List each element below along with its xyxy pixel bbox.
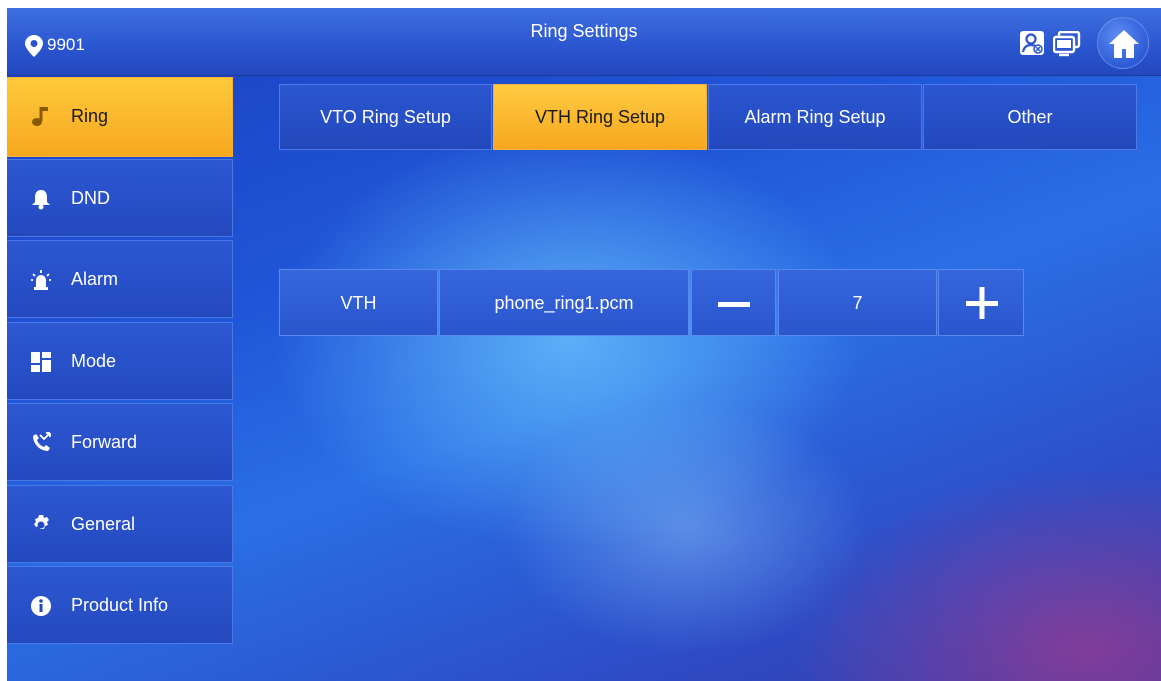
info-icon	[31, 596, 51, 616]
sidebar-item-dnd[interactable]: DND	[7, 159, 233, 237]
sidebar-item-label: Mode	[71, 351, 117, 371]
monitor-icon[interactable]	[1053, 31, 1081, 57]
sidebar-item-label: DND	[71, 188, 110, 208]
home-icon	[1109, 30, 1139, 58]
page-title: Ring Settings	[530, 21, 638, 41]
sidebar-item-general[interactable]: General	[7, 485, 233, 563]
contacts-icon[interactable]	[1019, 30, 1045, 56]
sidebar-item-alarm[interactable]: Alarm	[7, 240, 233, 318]
home-button[interactable]	[1097, 17, 1149, 69]
volume-increase-button[interactable]	[938, 269, 1024, 336]
gear-icon	[34, 515, 49, 529]
tab-vth-ring-setup[interactable]: VTH Ring Setup	[493, 84, 707, 150]
ring-settings-screen: 9901 Ring Settings Ring DND Alarm Mode F…	[7, 8, 1161, 681]
sidebar-item-product-info[interactable]: Product Info	[7, 566, 233, 644]
bell-icon	[32, 190, 50, 210]
sidebar-item-label: Ring	[71, 106, 109, 126]
top-bar: 9901 Ring Settings	[7, 8, 1161, 76]
sidebar-item-label: Product Info	[71, 595, 169, 615]
tab-alarm-ring-setup[interactable]: Alarm Ring Setup	[708, 84, 922, 150]
volume-value: 7	[778, 269, 937, 336]
sidebar-item-forward[interactable]: Forward	[7, 403, 233, 481]
device-label: VTH	[279, 269, 438, 336]
sidebar-item-label: Alarm	[71, 269, 119, 289]
call-forward-icon	[33, 432, 51, 451]
tab-other[interactable]: Other	[923, 84, 1137, 150]
sidebar-item-label: Forward	[71, 432, 138, 452]
sidebar-item-mode[interactable]: Mode	[7, 322, 233, 400]
music-note-icon	[32, 107, 48, 126]
volume-decrease-button[interactable]	[691, 269, 776, 336]
tab-vto-ring-setup[interactable]: VTO Ring Setup	[279, 84, 492, 150]
plus-icon	[966, 287, 998, 319]
sidebar-item-ring[interactable]: Ring	[7, 77, 233, 157]
alarm-siren-icon	[31, 270, 51, 290]
ringtone-selector[interactable]: phone_ring1.pcm	[439, 269, 689, 336]
mode-grid-icon	[31, 352, 51, 372]
sidebar-item-label: General	[71, 514, 136, 534]
minus-icon	[718, 302, 750, 307]
